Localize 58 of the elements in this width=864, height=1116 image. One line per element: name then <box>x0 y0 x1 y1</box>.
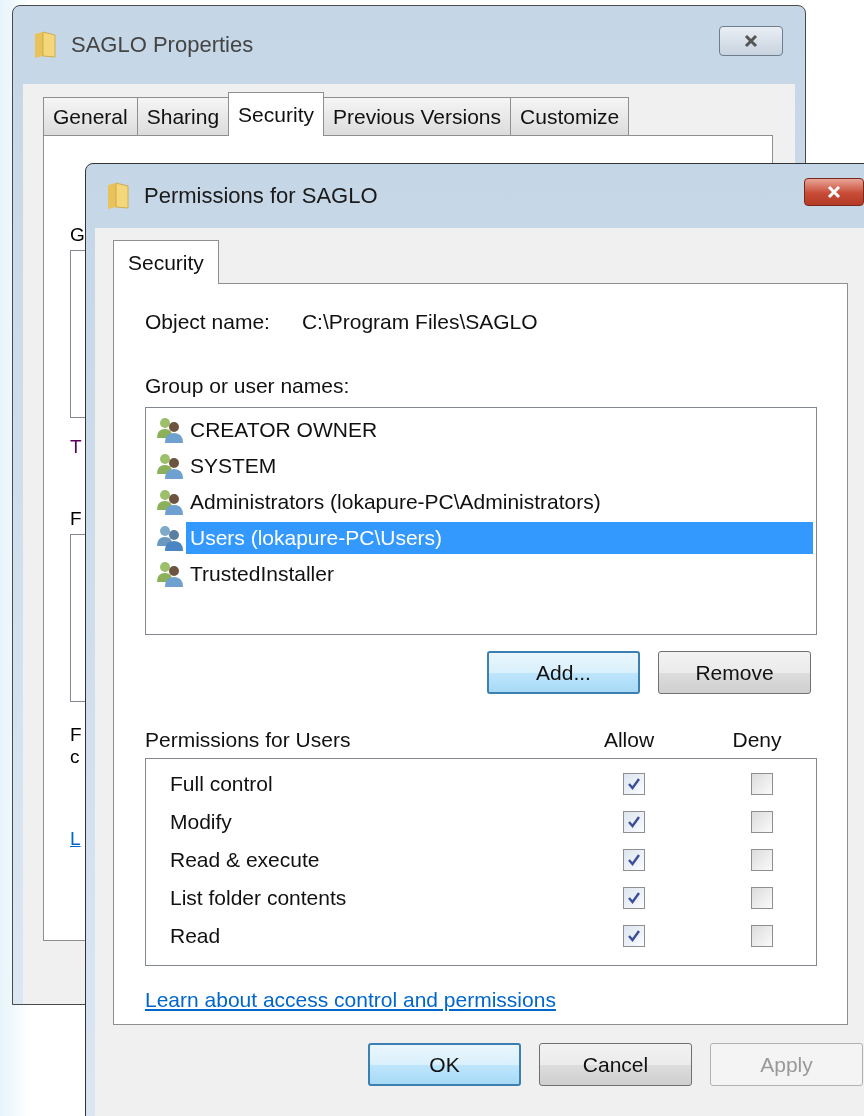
dialog-button[interactable]: Remove <box>658 651 811 694</box>
window-title: SAGLO Properties <box>71 32 254 58</box>
list-item[interactable]: Administrators (lokapure-PC\Administrators) <box>186 486 813 518</box>
permission-name: Read <box>170 924 222 948</box>
permission-name: Read & execute <box>170 848 321 872</box>
window-title: Permissions for SAGLO <box>144 183 378 209</box>
column-header: Allow <box>602 728 656 752</box>
label-text: F <box>70 508 83 530</box>
permission-name: Full control <box>170 772 274 796</box>
list-item[interactable]: CREATOR OWNER <box>186 414 813 446</box>
check-icon <box>626 890 642 906</box>
close-button[interactable] <box>719 26 783 56</box>
dialog-button[interactable]: OK <box>368 1043 521 1086</box>
tab[interactable]: General <box>43 97 138 135</box>
label-text: T <box>70 436 83 458</box>
allow-checkbox[interactable] <box>623 925 645 947</box>
label-text: c <box>70 746 81 768</box>
deny-checkbox[interactable] <box>751 811 773 833</box>
dialog-button[interactable]: Add... <box>487 651 640 694</box>
allow-checkbox[interactable] <box>623 887 645 909</box>
deny-checkbox[interactable] <box>751 925 773 947</box>
deny-checkbox[interactable] <box>751 887 773 909</box>
dialog-button[interactable]: Cancel <box>539 1043 692 1086</box>
column-header: Deny <box>731 728 783 752</box>
tab[interactable]: Security <box>228 92 324 136</box>
group-label: Group or user names: <box>145 374 351 398</box>
check-icon <box>626 852 642 868</box>
folder-icon <box>106 181 130 211</box>
users-icon <box>156 488 184 516</box>
close-button[interactable] <box>804 178 864 206</box>
help-link[interactable]: Learn about access control and permissions <box>145 988 556 1012</box>
permission-name: Modify <box>170 810 233 834</box>
list-item[interactable]: TrustedInstaller <box>186 558 813 590</box>
tab[interactable]: Security <box>113 240 219 284</box>
deny-checkbox[interactable] <box>751 773 773 795</box>
permission-name: List folder contents <box>170 886 348 910</box>
link[interactable]: L <box>70 828 84 850</box>
tab[interactable]: Sharing <box>136 97 230 135</box>
object-name-label: Object name: <box>145 310 270 334</box>
tab[interactable]: Customize <box>510 97 630 135</box>
users-icon <box>156 416 184 444</box>
folder-icon <box>33 30 57 60</box>
allow-checkbox[interactable] <box>623 849 645 871</box>
list-item[interactable]: SYSTEM <box>186 450 813 482</box>
allow-checkbox[interactable] <box>623 773 645 795</box>
users-icon <box>156 452 184 480</box>
object-name-value: C:\Program Files\SAGLO <box>301 310 538 334</box>
allow-checkbox[interactable] <box>623 811 645 833</box>
label-text: G <box>70 224 84 246</box>
deny-checkbox[interactable] <box>751 849 773 871</box>
users-icon <box>156 524 184 552</box>
check-icon <box>626 928 642 944</box>
tab[interactable]: Previous Versions <box>322 97 512 135</box>
users-icon <box>156 560 184 588</box>
check-icon <box>626 776 642 792</box>
label-text: F <box>70 724 83 746</box>
permissions-label: Permissions for Users <box>145 728 352 752</box>
check-icon <box>626 814 642 830</box>
